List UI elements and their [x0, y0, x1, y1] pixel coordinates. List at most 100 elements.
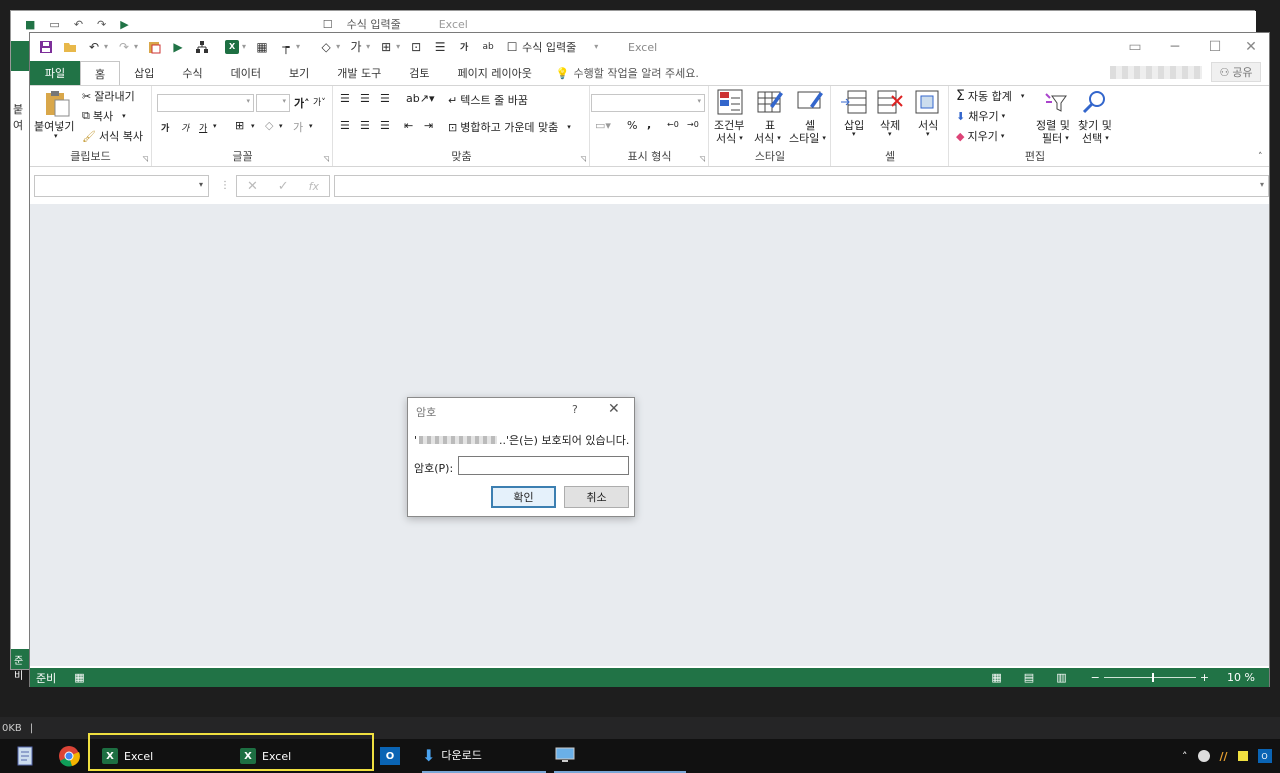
- align-bottom-icon[interactable]: ☰: [380, 92, 390, 105]
- delete-dropdown-icon[interactable]: ▾: [888, 130, 892, 138]
- insert-dropdown-icon[interactable]: ▾: [852, 130, 856, 138]
- cancel-button[interactable]: 취소: [564, 486, 629, 508]
- font-name-dropdown[interactable]: ▾: [157, 94, 254, 112]
- paste-special-icon[interactable]: [146, 39, 162, 55]
- tab-developer[interactable]: 개발 도구: [323, 61, 395, 85]
- bold-icon[interactable]: 가: [456, 39, 472, 55]
- remote-desktop-app[interactable]: [554, 739, 686, 773]
- merge-icon[interactable]: ⊡: [408, 39, 424, 55]
- save-icon[interactable]: [38, 39, 54, 55]
- tray-chevron-icon[interactable]: ˄: [1182, 750, 1188, 763]
- align-top-icon[interactable]: ☰: [340, 92, 350, 105]
- page-break-view-icon[interactable]: ▥: [1056, 671, 1066, 684]
- tab-page-layout[interactable]: 페이지 레이아웃: [443, 61, 545, 85]
- qat-customize-icon[interactable]: ▾: [594, 42, 598, 51]
- wrap-text-button[interactable]: ↵ 텍스트 줄 바꿈: [448, 92, 528, 108]
- decrease-font-icon[interactable]: 가˅: [313, 95, 326, 108]
- find-select-label2[interactable]: 선택 ▾: [1082, 130, 1109, 146]
- tab-insert[interactable]: 삽입: [120, 61, 168, 85]
- paste-icon[interactable]: [43, 90, 71, 118]
- paste-dropdown-icon[interactable]: ▾: [54, 132, 58, 140]
- fill-color-dropdown-icon[interactable]: ▾: [279, 122, 283, 130]
- alignment-launcher-icon[interactable]: ◹: [581, 155, 586, 163]
- table-icon[interactable]: ▦: [254, 39, 270, 55]
- merge-dropdown-icon[interactable]: ▾: [567, 123, 571, 131]
- zoom-in-icon[interactable]: +: [1200, 671, 1209, 684]
- undo-dropdown-icon[interactable]: ▾: [104, 42, 108, 51]
- tray-globe-icon[interactable]: [1197, 750, 1210, 762]
- normal-view-icon[interactable]: ▦: [991, 671, 1001, 684]
- tab-file[interactable]: 파일: [30, 61, 80, 85]
- zoom-level[interactable]: 10 %: [1227, 671, 1255, 684]
- borders-icon[interactable]: ⊞: [235, 119, 244, 132]
- formula-bar-checkbox-icon[interactable]: ☐: [504, 39, 520, 55]
- underline-button[interactable]: 가: [199, 121, 207, 134]
- name-box[interactable]: ▾: [34, 175, 209, 197]
- close-icon[interactable]: ✕: [1231, 33, 1271, 60]
- fill-dropdown-icon[interactable]: ▾: [336, 42, 340, 51]
- tray-note-icon[interactable]: [1237, 751, 1248, 761]
- tab-formulas[interactable]: 수식: [168, 61, 216, 85]
- number-launcher-icon[interactable]: ◹: [700, 155, 705, 163]
- fill-button[interactable]: ⬇ 채우기 ▾: [956, 108, 1005, 124]
- tab-data[interactable]: 데이터: [217, 61, 275, 85]
- decrease-indent-icon[interactable]: ⇤: [404, 119, 413, 132]
- comma-button[interactable]: ,: [647, 118, 651, 131]
- bold-button[interactable]: 가: [161, 121, 169, 134]
- font-color-dropdown-icon[interactable]: ▾: [309, 122, 313, 130]
- font-size-dropdown[interactable]: ▾: [256, 94, 290, 112]
- file-dropdown-icon[interactable]: ▾: [242, 42, 246, 51]
- excel-file-icon[interactable]: X: [224, 39, 240, 55]
- font-color-dropdown-icon[interactable]: ▾: [366, 42, 370, 51]
- insert-function-icon[interactable]: fx: [309, 180, 319, 193]
- percent-button[interactable]: %: [627, 119, 637, 132]
- format-dropdown-icon[interactable]: ▾: [296, 42, 300, 51]
- format-painter-button[interactable]: 🖌 서식 복사: [82, 128, 143, 144]
- zoom-out-icon[interactable]: −: [1091, 671, 1100, 684]
- font-launcher-icon[interactable]: ◹: [324, 155, 329, 163]
- collapse-ribbon-icon[interactable]: ˄: [1258, 152, 1263, 162]
- play-icon[interactable]: ▶: [120, 18, 128, 31]
- grip-icon[interactable]: ⋮: [220, 180, 230, 191]
- copy-dropdown-icon[interactable]: ▾: [122, 112, 126, 120]
- minimize-icon[interactable]: ─: [1155, 33, 1195, 60]
- number-format-dropdown[interactable]: ▾: [591, 94, 705, 112]
- align-right-icon[interactable]: ☰: [380, 119, 390, 132]
- undo-icon[interactable]: ↶: [74, 18, 83, 31]
- ok-button[interactable]: 확인: [491, 486, 556, 508]
- strikethrough-icon[interactable]: ab: [480, 39, 496, 55]
- notepad-app[interactable]: [16, 739, 34, 773]
- tell-me-box[interactable]: 💡 수행할 작업을 알려 주세요.: [546, 61, 699, 85]
- confirm-entry-icon[interactable]: ✓: [278, 179, 289, 194]
- fill-color-icon[interactable]: ◇: [318, 39, 334, 55]
- org-chart-icon[interactable]: [194, 39, 210, 55]
- open-icon[interactable]: ▭: [49, 18, 59, 31]
- share-button[interactable]: ⚇ 공유: [1211, 62, 1261, 82]
- tab-view[interactable]: 보기: [275, 61, 323, 85]
- font-color-button[interactable]: 가: [293, 119, 303, 135]
- background-file-tab[interactable]: [11, 41, 31, 71]
- expand-formula-icon[interactable]: ▾: [1260, 180, 1264, 189]
- redo-icon[interactable]: ↷: [97, 18, 106, 31]
- italic-button[interactable]: 가: [181, 121, 189, 134]
- help-icon[interactable]: ?: [572, 403, 578, 416]
- accounting-format-icon[interactable]: ▭▾: [595, 119, 611, 132]
- format-table-label2[interactable]: 서식 ▾: [754, 130, 781, 146]
- cut-button[interactable]: ✂ 잘라내기: [82, 88, 135, 104]
- borders-icon[interactable]: ⊞: [378, 39, 394, 55]
- macro-record-icon[interactable]: ▦: [74, 671, 84, 684]
- save-icon[interactable]: ■: [25, 18, 35, 31]
- open-folder-icon[interactable]: [62, 39, 78, 55]
- format-dropdown-icon[interactable]: ▾: [926, 130, 930, 138]
- name-box-chevron-icon[interactable]: ▾: [199, 180, 203, 189]
- align-left-icon[interactable]: ☰: [340, 119, 350, 132]
- zoom-slider-thumb[interactable]: [1151, 673, 1154, 682]
- maximize-icon[interactable]: ☐: [1195, 33, 1235, 60]
- close-icon[interactable]: ✕: [608, 401, 620, 417]
- increase-indent-icon[interactable]: ⇥: [424, 119, 433, 132]
- outlook-app[interactable]: O: [380, 739, 400, 773]
- chrome-app[interactable]: [58, 739, 80, 773]
- clear-button[interactable]: ◆ 지우기 ▾: [956, 128, 1004, 144]
- redo-icon[interactable]: ↷: [116, 39, 132, 55]
- redo-dropdown-icon[interactable]: ▾: [134, 42, 138, 51]
